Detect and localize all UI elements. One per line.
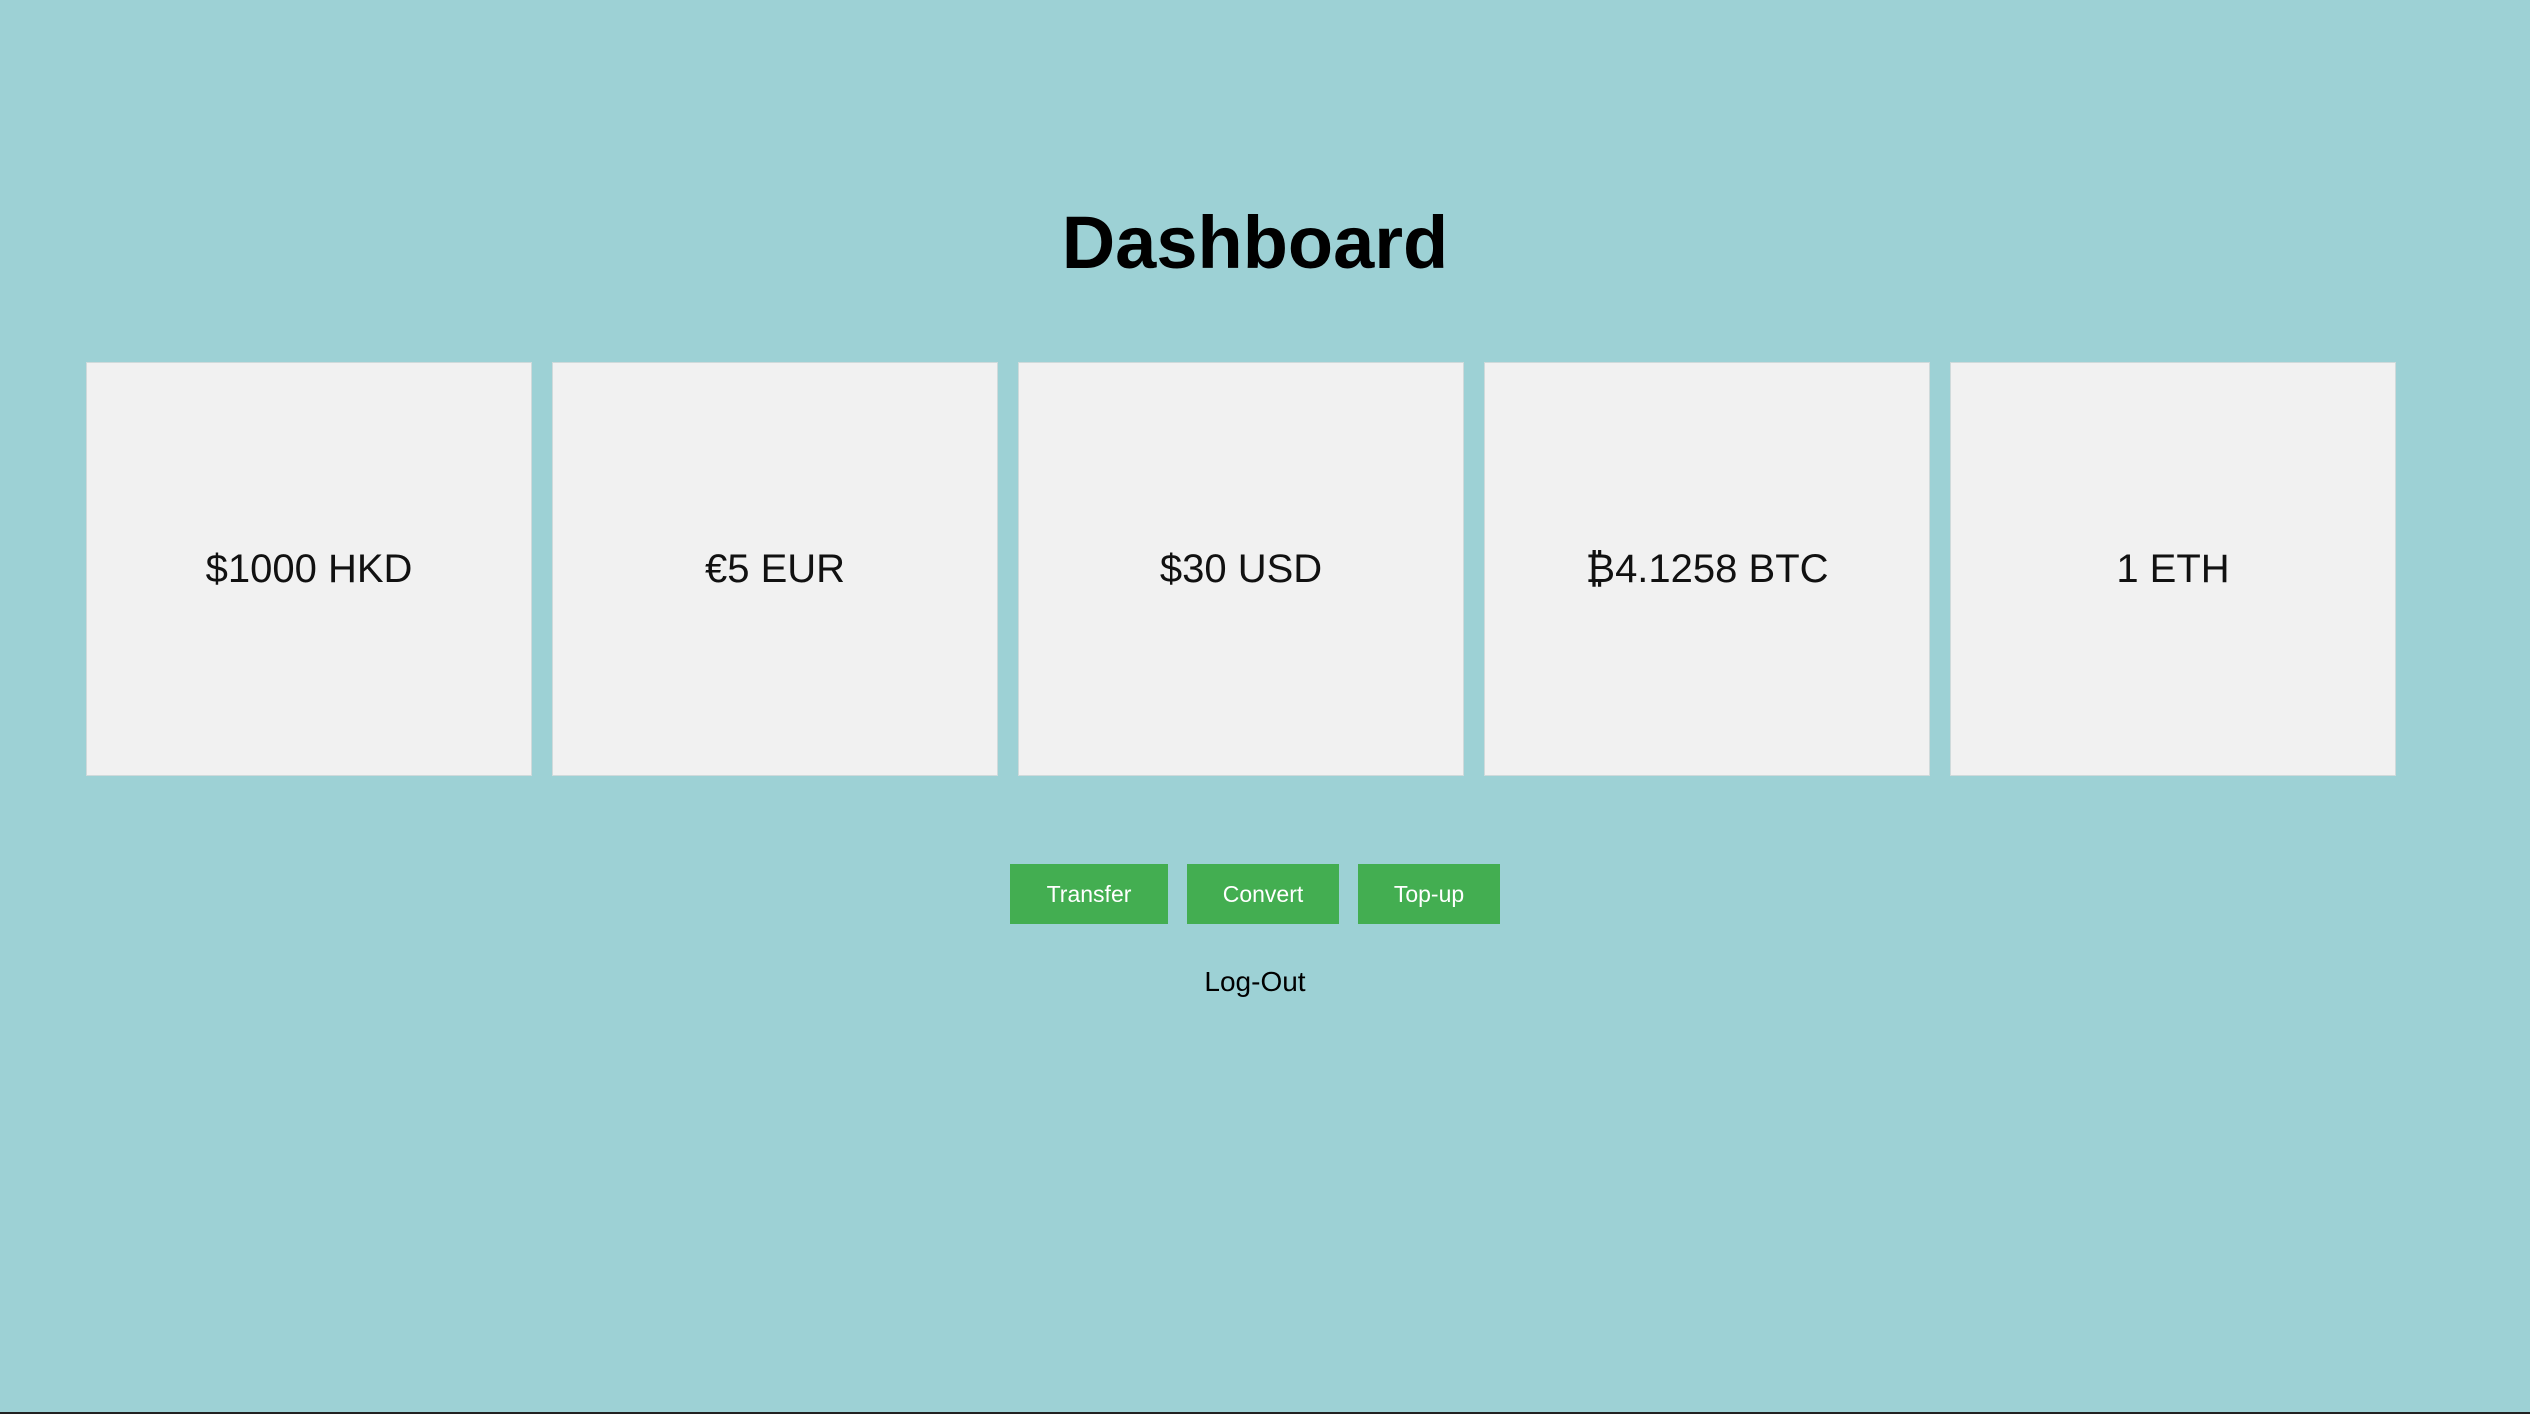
balance-value: 1 ETH	[2116, 546, 2230, 591]
balance-card-eur: €5 EUR	[552, 362, 998, 776]
balance-card-hkd: $1000 HKD	[86, 362, 532, 776]
action-buttons: Transfer Convert Top-up	[0, 864, 2510, 924]
balance-value: ₿4.1258 BTC	[1585, 546, 1829, 591]
transfer-button[interactable]: Transfer	[1010, 864, 1168, 924]
topup-button[interactable]: Top-up	[1358, 864, 1500, 924]
logout-container: Log-Out	[0, 966, 2510, 998]
balance-value: $1000 HKD	[205, 546, 413, 591]
page-title: Dashboard	[1061, 201, 1449, 284]
balance-value: $30 USD	[1159, 546, 1323, 591]
balance-card-eth: 1 ETH	[1950, 362, 2396, 776]
balance-cards: $1000 HKD €5 EUR $30 USD ₿4.1258 BTC 1 E…	[86, 362, 2396, 776]
logout-link[interactable]: Log-Out	[1204, 966, 1305, 997]
balance-value: €5 EUR	[704, 546, 846, 591]
convert-button[interactable]: Convert	[1187, 864, 1339, 924]
balance-card-btc: ₿4.1258 BTC	[1484, 362, 1930, 776]
balance-card-usd: $30 USD	[1018, 362, 1464, 776]
